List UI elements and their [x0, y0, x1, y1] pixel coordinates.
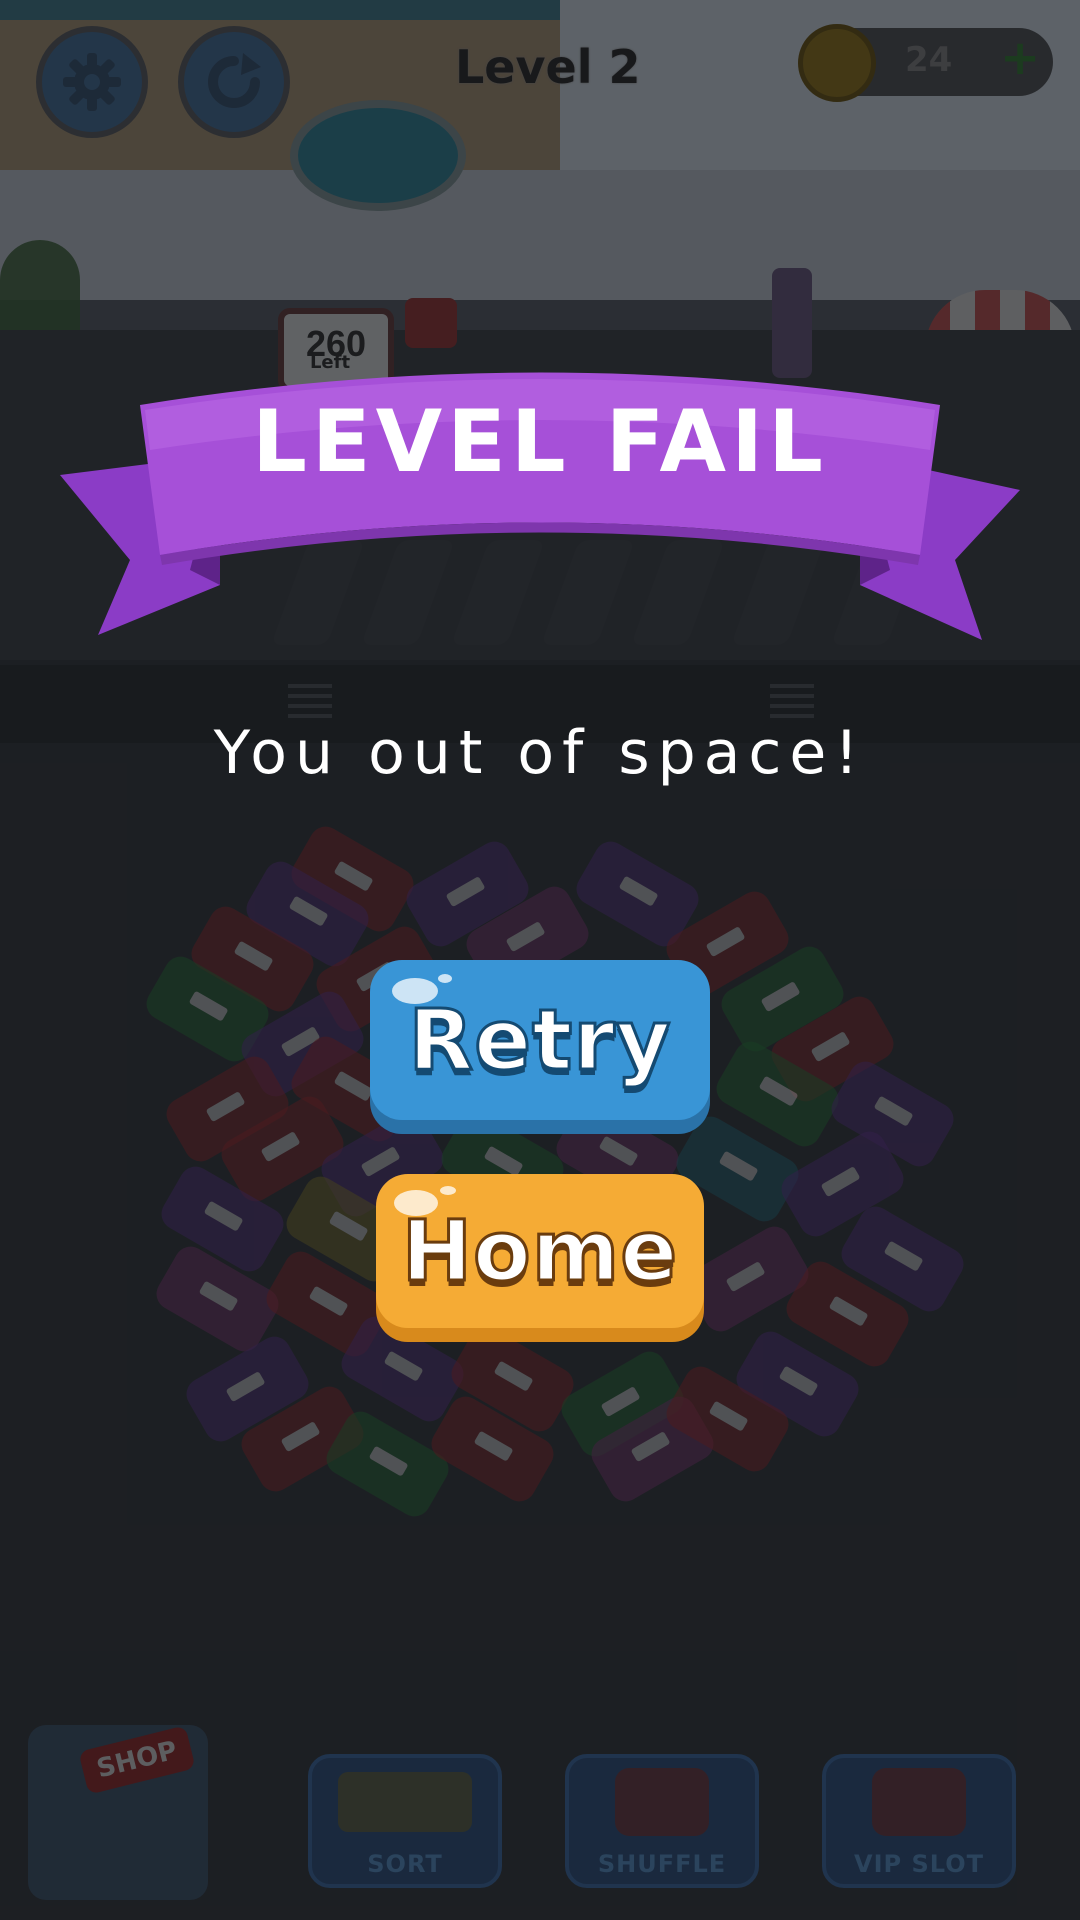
retry-label: Retry	[407, 990, 672, 1091]
banner-title: LEVEL FAIL	[252, 392, 828, 492]
home-button[interactable]: Home	[376, 1174, 704, 1328]
gloss-highlight	[438, 974, 452, 983]
game-screen: 260 Left Level 2 24 + SHOP SORT SHUFFLE …	[0, 0, 1080, 1920]
gloss-highlight	[392, 978, 438, 1004]
gloss-highlight	[440, 1186, 456, 1195]
gloss-highlight	[394, 1190, 438, 1216]
home-label: Home	[400, 1201, 679, 1302]
fail-message: You out of space!	[213, 718, 867, 788]
retry-button[interactable]: Retry	[370, 960, 710, 1120]
